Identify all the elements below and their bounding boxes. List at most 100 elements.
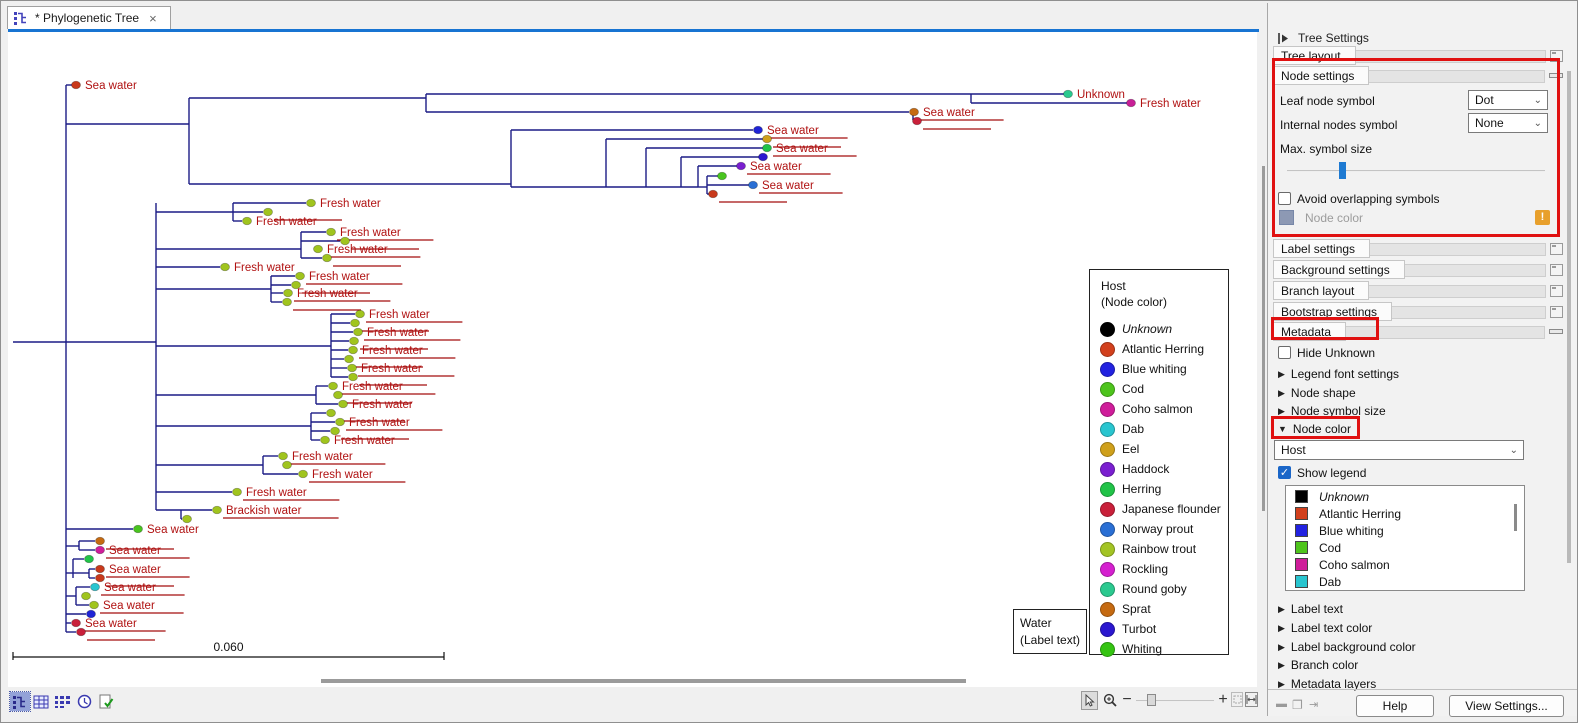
leaf-node-dot[interactable] — [134, 525, 143, 533]
legend-list-scrollbar[interactable] — [1514, 504, 1517, 531]
leaf-node-dot[interactable] — [279, 452, 288, 460]
leaf-node-dot[interactable] — [336, 418, 345, 426]
open-section-icon[interactable] — [1550, 243, 1563, 255]
subsection-label-text[interactable]: ▶Label text — [1278, 602, 1343, 616]
leaf-node-dot[interactable] — [339, 400, 348, 408]
section-label-settings[interactable]: Label settings — [1273, 239, 1563, 258]
section-background-settings[interactable]: Background settings — [1273, 260, 1563, 279]
leaf-label[interactable]: Sea water — [776, 143, 828, 155]
leaf-node-dot[interactable] — [327, 409, 336, 417]
leaf-label[interactable]: Sea water — [103, 600, 155, 612]
leaf-node-dot[interactable] — [350, 337, 359, 345]
leaf-label[interactable]: Sea water — [85, 80, 137, 92]
table-view-icon[interactable] — [31, 692, 51, 711]
legend-list-item[interactable]: Coho salmon — [1286, 556, 1524, 573]
leaf-node-dot[interactable] — [354, 328, 363, 336]
vertical-scrollbar[interactable] — [1262, 166, 1265, 511]
leaf-node-dot[interactable] — [913, 117, 922, 125]
leaf-node-dot[interactable] — [709, 190, 718, 198]
leaf-node-dot[interactable] — [72, 81, 81, 89]
leaf-label[interactable]: Fresh water — [292, 451, 353, 463]
leaf-label[interactable]: Fresh water — [312, 469, 373, 481]
subsection-legend-font-settings[interactable]: ▶Legend font settings — [1278, 367, 1399, 381]
leaf-node-dot[interactable] — [96, 574, 105, 582]
leaf-node-dot[interactable] — [1064, 90, 1073, 98]
fit-selection-button[interactable] — [1231, 692, 1243, 707]
node-color-legend-list[interactable]: UnknownAtlantic HerringBlue whitingCodCo… — [1285, 485, 1525, 591]
leaf-node-dot[interactable] — [307, 199, 316, 207]
leaf-node-dot[interactable] — [349, 373, 358, 381]
leaf-label[interactable]: Sea water — [109, 545, 161, 557]
leaf-node-dot[interactable] — [718, 172, 727, 180]
zoom-in-button[interactable]: + — [1217, 692, 1229, 708]
history-view-icon[interactable] — [74, 692, 94, 711]
legend-list-item[interactable]: Atlantic Herring — [1286, 505, 1524, 522]
tree-view-icon[interactable] — [10, 692, 30, 711]
leaf-node-dot[interactable] — [749, 181, 758, 189]
leaf-node-dot[interactable] — [264, 208, 273, 216]
leaf-label[interactable]: Fresh water — [246, 487, 307, 499]
leaf-node-dot[interactable] — [221, 263, 230, 271]
leaf-label[interactable]: Brackish water — [226, 505, 302, 517]
leaf-node-dot[interactable] — [233, 488, 242, 496]
leaf-label[interactable]: Sea water — [767, 125, 819, 137]
leaf-node-dot[interactable] — [72, 619, 81, 627]
leaf-label[interactable]: Fresh water — [369, 309, 430, 321]
leaf-label[interactable]: Fresh water — [327, 244, 388, 256]
leaf-node-dot[interactable] — [334, 391, 343, 399]
collapse-section-icon[interactable] — [1549, 329, 1563, 334]
leaf-label[interactable]: Unknown — [1077, 89, 1125, 101]
leaf-node-dot[interactable] — [91, 583, 100, 591]
leaf-node-dot[interactable] — [296, 272, 305, 280]
leaf-label[interactable]: Sea water — [147, 524, 199, 536]
open-section-icon[interactable] — [1550, 285, 1563, 297]
leaf-label[interactable]: Fresh water — [361, 363, 422, 375]
leaf-node-dot[interactable] — [96, 565, 105, 573]
sidebar-scrollbar[interactable] — [1567, 71, 1571, 563]
leaf-label[interactable]: Fresh water — [309, 271, 370, 283]
leaf-node-dot[interactable] — [283, 461, 292, 469]
leaf-node-dot[interactable] — [284, 289, 293, 297]
subsection-branch-color[interactable]: ▶Branch color — [1278, 658, 1358, 672]
legend-list-item[interactable]: Cod — [1286, 539, 1524, 556]
dock-panel-icon[interactable]: ⇥ — [1309, 698, 1318, 711]
leaf-node-dot[interactable] — [321, 436, 330, 444]
horizontal-scrollbar[interactable] — [321, 679, 966, 683]
leaf-node-dot[interactable] — [349, 346, 358, 354]
leaf-node-dot[interactable] — [910, 108, 919, 116]
leaf-node-dot[interactable] — [351, 319, 360, 327]
leaf-label[interactable]: Fresh water — [362, 345, 423, 357]
leaf-label[interactable]: Fresh water — [340, 227, 401, 239]
pan-cursor-button[interactable] — [1081, 691, 1098, 710]
open-section-icon[interactable] — [1550, 264, 1563, 276]
leaf-node-dot[interactable] — [1127, 99, 1136, 107]
leaf-node-dot[interactable] — [77, 628, 86, 636]
leaf-node-dot[interactable] — [763, 135, 772, 143]
leaf-node-dot[interactable] — [345, 355, 354, 363]
leaf-node-dot[interactable] — [323, 254, 332, 262]
leaf-label[interactable]: Fresh water — [352, 399, 413, 411]
leaf-node-dot[interactable] — [314, 245, 323, 253]
legend-list-item[interactable]: Blue whiting — [1286, 522, 1524, 539]
leaf-label[interactable]: Fresh water — [297, 288, 358, 300]
leaf-node-dot[interactable] — [331, 427, 340, 435]
help-button[interactable]: Help — [1356, 695, 1434, 717]
show-legend-checkbox[interactable]: ✓ — [1278, 466, 1291, 479]
leaf-label[interactable]: Fresh water — [256, 216, 317, 228]
leaf-node-dot[interactable] — [283, 298, 292, 306]
open-section-icon[interactable] — [1550, 306, 1563, 318]
minimize-panel-icon[interactable]: ▬ — [1276, 698, 1287, 710]
leaf-node-dot[interactable] — [90, 601, 99, 609]
leaf-node-dot[interactable] — [329, 382, 338, 390]
leaf-node-dot[interactable] — [299, 470, 308, 478]
leaf-label[interactable]: Fresh water — [234, 262, 295, 274]
leaf-node-dot[interactable] — [183, 515, 192, 523]
view-settings-button[interactable]: View Settings... — [1449, 695, 1564, 717]
float-panel-icon[interactable]: ❐ — [1292, 698, 1303, 712]
leaf-node-dot[interactable] — [356, 310, 365, 318]
leaf-label[interactable]: Sea water — [923, 107, 975, 119]
subsection-label-background-color[interactable]: ▶Label background color — [1278, 640, 1416, 654]
leaf-label[interactable]: Sea water — [85, 618, 137, 630]
leaf-label[interactable]: Fresh water — [367, 327, 428, 339]
zoom-slider-thumb[interactable] — [1147, 694, 1156, 706]
